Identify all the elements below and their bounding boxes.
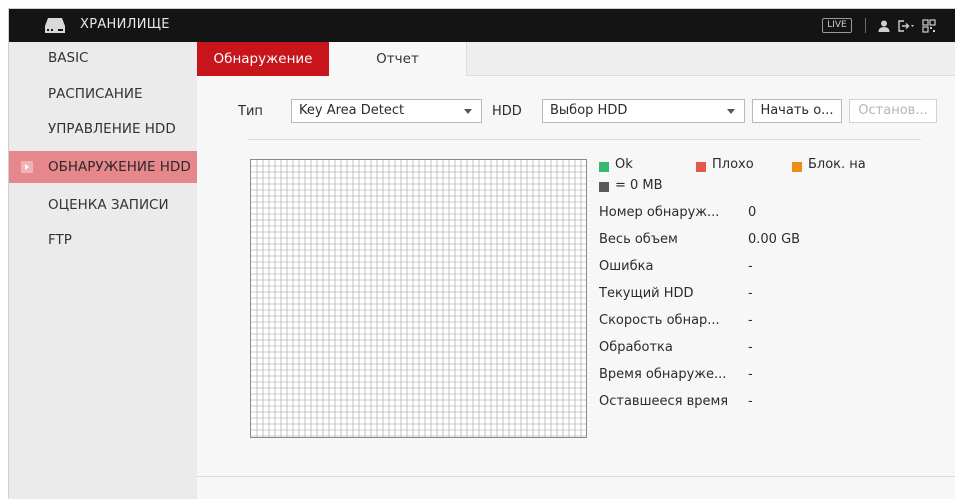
live-button[interactable]: LIVE — [822, 18, 852, 33]
sidebar-item-label: FTP — [48, 232, 72, 248]
info-label-error: Ошибка — [599, 259, 654, 274]
sidebar-item-ftp[interactable]: FTP — [9, 224, 197, 256]
info-value-processing: - — [748, 340, 753, 355]
info-value-detect-speed: - — [748, 313, 753, 328]
info-label-detect-number: Номер обнаруж... — [599, 205, 720, 220]
caret-down-icon — [727, 109, 735, 114]
chevron-right-icon — [21, 161, 33, 173]
logout-icon[interactable] — [897, 19, 915, 33]
caret-down-icon — [464, 109, 472, 114]
tab-report[interactable]: Отчет — [329, 42, 467, 76]
title-bar: ХРАНИЛИЩЕ LIVE — [9, 9, 955, 42]
app-title: ХРАНИЛИЩЕ — [80, 17, 170, 32]
legend-blocked-swatch — [792, 162, 802, 172]
user-icon[interactable] — [877, 19, 891, 33]
main-panel: Обнаружение Отчет Тип Key Area Detect HD… — [197, 42, 955, 499]
type-select-value: Key Area Detect — [299, 103, 405, 118]
sidebar-item-label: ОБНАРУЖЕНИЕ HDD — [48, 159, 191, 175]
qr-icon[interactable] — [922, 19, 936, 33]
sidebar-item-label: BASIC — [48, 50, 89, 66]
tab-bar: Обнаружение Отчет — [197, 42, 955, 76]
sidebar-item-schedule[interactable]: РАСПИСАНИЕ — [9, 78, 197, 110]
hdd-select-value: Выбор HDD — [550, 103, 628, 118]
info-label-remaining-time: Оставшееся время — [599, 394, 729, 409]
legend-zero-swatch — [599, 182, 609, 192]
legend-bad-label: Плохо — [712, 157, 754, 172]
sidebar-item-basic[interactable]: BASIC — [9, 42, 197, 74]
info-label-total-size: Весь объем — [599, 232, 678, 247]
sidebar-item-label: ОЦЕНКА ЗАПИСИ — [48, 197, 169, 213]
stop-button[interactable]: Останов... — [849, 99, 937, 123]
sidebar-item-hdd-manager[interactable]: УПРАВЛЕНИЕ HDD — [9, 113, 197, 145]
legend-blocked-label: Блок. на — [808, 157, 866, 172]
sidebar-item-record-estimate[interactable]: ОЦЕНКА ЗАПИСИ — [9, 189, 197, 221]
sidebar-item-label: УПРАВЛЕНИЕ HDD — [48, 121, 176, 137]
sidebar: BASIC РАСПИСАНИЕ УПРАВЛЕНИЕ HDD ОБНАРУЖЕ… — [9, 42, 197, 499]
titlebar-divider — [865, 18, 866, 33]
tab-detect[interactable]: Обнаружение — [197, 42, 329, 76]
info-value-detect-time: - — [748, 367, 753, 382]
info-label-current-hdd: Текущий HDD — [599, 286, 694, 301]
sidebar-item-hdd-detect[interactable]: ОБНАРУЖЕНИЕ HDD — [9, 151, 197, 183]
sector-grid-canvas — [251, 160, 586, 437]
info-label-detect-time: Время обнаруже... — [599, 367, 727, 382]
info-value-error: - — [748, 259, 753, 274]
start-button[interactable]: Начать о... — [752, 99, 842, 123]
hdd-label: HDD — [492, 104, 522, 119]
hdd-select[interactable]: Выбор HDD — [542, 99, 745, 123]
info-label-detect-speed: Скорость обнар... — [599, 313, 720, 328]
type-select[interactable]: Key Area Detect — [291, 99, 482, 123]
info-value-detect-number: 0 — [748, 205, 757, 220]
legend-zero-label: = 0 MB — [615, 178, 663, 193]
divider — [248, 139, 921, 140]
storage-window: ХРАНИЛИЩЕ LIVE BASIC РАСПИСАНИЕ УПРАВЛЕН… — [8, 8, 955, 499]
sector-grid — [250, 159, 587, 438]
bottom-divider — [197, 476, 955, 477]
info-value-remaining-time: - — [748, 394, 753, 409]
info-value-current-hdd: - — [748, 286, 753, 301]
info-value-total-size: 0.00 GB — [748, 232, 801, 247]
legend-ok-label: Ok — [615, 157, 633, 172]
sidebar-item-label: РАСПИСАНИЕ — [48, 86, 143, 102]
legend-bad-swatch — [696, 162, 706, 172]
hdd-icon — [45, 18, 65, 33]
type-label: Тип — [238, 104, 263, 119]
legend-ok-swatch — [599, 162, 609, 172]
info-label-processing: Обработка — [599, 340, 673, 355]
